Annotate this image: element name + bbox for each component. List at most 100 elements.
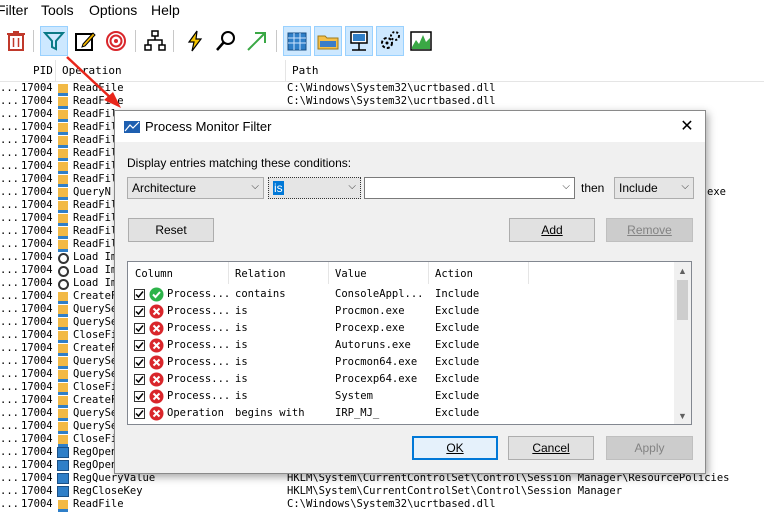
- table-row[interactable]: ... 17004 ReadFile C:\Windows\System32\ucrt…: [0, 95, 764, 109]
- filter-list-scrollbar[interactable]: ▲ ▼: [674, 262, 691, 424]
- row-dots: ...: [0, 394, 19, 406]
- filter-list[interactable]: Column Relation Value Action Process... c…: [127, 261, 692, 425]
- scroll-thumb[interactable]: [677, 280, 688, 320]
- row-pid: 17004: [21, 446, 53, 458]
- menu-help[interactable]: Help: [151, 2, 180, 18]
- filter-row[interactable]: Process... contains ConsoleAppl... Include: [128, 286, 673, 303]
- registry-icon: [57, 460, 69, 471]
- filter-checkbox[interactable]: [134, 391, 145, 402]
- row-pid: 17004: [21, 277, 53, 289]
- filter-checkbox[interactable]: [134, 340, 145, 351]
- row-dots: ...: [0, 459, 19, 471]
- filesystem-icon[interactable]: [314, 26, 342, 56]
- filter-action: Exclude: [435, 305, 480, 317]
- cancel-button[interactable]: Cancel: [508, 436, 594, 460]
- row-pid: 17004: [21, 264, 53, 276]
- delete-icon[interactable]: [2, 26, 30, 56]
- filter-relation: begins with: [235, 407, 305, 419]
- row-operation: ReadFil: [73, 238, 118, 250]
- filter-checkbox[interactable]: [134, 289, 145, 300]
- dialog-title-bar: Process Monitor Filter ✕: [115, 111, 705, 142]
- process-tree-icon[interactable]: [141, 26, 169, 56]
- column-select[interactable]: Architecture ⌵: [127, 177, 264, 199]
- ok-button[interactable]: OK: [412, 436, 498, 460]
- operation-column-header[interactable]: Operation: [62, 64, 122, 77]
- row-pid: 17004: [21, 108, 53, 120]
- row-dots: ...: [0, 238, 19, 250]
- filter-row[interactable]: Operation begins with IRP_MJ_ Exclude: [128, 405, 673, 422]
- find-icon[interactable]: [212, 26, 240, 56]
- filter-relation: is: [235, 390, 248, 402]
- value-input[interactable]: ⌵: [364, 177, 575, 199]
- jump-icon[interactable]: [181, 26, 209, 56]
- scroll-up-icon[interactable]: ▲: [674, 262, 691, 279]
- filter-value: Procexp64.exe: [335, 373, 418, 385]
- row-operation: QueryN: [73, 186, 111, 198]
- process-icon: [58, 253, 69, 264]
- action-header[interactable]: Action: [435, 268, 473, 280]
- filter-value: Procexp.exe: [335, 322, 405, 334]
- row-operation: CloseFi: [73, 381, 118, 393]
- filter-relation: contains: [235, 288, 286, 300]
- filter-checkbox[interactable]: [134, 408, 145, 419]
- filter-row[interactable]: Process... is System Exclude: [128, 388, 673, 405]
- row-operation: CloseFi: [73, 433, 118, 445]
- menu-options[interactable]: Options: [89, 2, 137, 18]
- filter-row[interactable]: Process... is Procmon64.exe Exclude: [128, 354, 673, 371]
- row-pid: 17004: [21, 121, 53, 133]
- filter-action: Exclude: [435, 407, 480, 419]
- action-select[interactable]: Include ⌵: [614, 177, 694, 199]
- table-row[interactable]: ... 17004 RegCloseKey HKLM\System\CurrentCo…: [0, 485, 764, 498]
- chevron-down-icon: ⌵: [348, 181, 356, 192]
- pid-column-header[interactable]: PID: [33, 64, 53, 77]
- filter-relation: is: [235, 373, 248, 385]
- add-button[interactable]: Add: [509, 218, 595, 242]
- filter-checkbox[interactable]: [134, 357, 145, 368]
- row-operation: ReadFil: [73, 108, 118, 120]
- path-column-header[interactable]: Path: [292, 64, 319, 77]
- remove-button[interactable]: Remove: [606, 218, 693, 242]
- jump-to-icon[interactable]: [243, 26, 271, 56]
- row-pid: 17004: [21, 329, 53, 341]
- filter-row[interactable]: Process... is Procmon.exe Exclude: [128, 303, 673, 320]
- dialog-title: Process Monitor Filter: [145, 119, 272, 134]
- table-row[interactable]: ... 17004 ReadFile C:\Windows\System32\ucrt…: [0, 498, 764, 512]
- row-dots: ...: [0, 147, 19, 159]
- filter-checkbox[interactable]: [134, 323, 145, 334]
- row-dots: ...: [0, 212, 19, 224]
- row-dots: ...: [0, 134, 19, 146]
- relation-select[interactable]: is ⌵: [268, 177, 361, 199]
- apply-button[interactable]: Apply: [606, 436, 693, 460]
- filter-row[interactable]: Process... is Autoruns.exe Exclude: [128, 337, 673, 354]
- value-header[interactable]: Value: [335, 268, 367, 280]
- close-icon[interactable]: ✕: [675, 115, 699, 137]
- row-path: exe: [707, 186, 726, 198]
- relation-header[interactable]: Relation: [235, 268, 286, 280]
- row-pid: 17004: [21, 212, 53, 224]
- highlight-icon[interactable]: [71, 26, 99, 56]
- filter-checkbox[interactable]: [134, 306, 145, 317]
- filter-row[interactable]: Process... is Procexp64.exe Exclude: [128, 371, 673, 388]
- reset-button[interactable]: Reset: [128, 218, 214, 242]
- registry-icon[interactable]: [283, 26, 311, 56]
- column-header[interactable]: Column: [135, 268, 173, 280]
- filter-icon[interactable]: [40, 26, 68, 56]
- row-pid: 17004: [21, 134, 53, 146]
- network-icon[interactable]: [345, 26, 373, 56]
- row-operation: ReadFil: [73, 212, 118, 224]
- row-operation: ReadFil: [73, 173, 118, 185]
- row-operation: Load Im: [73, 277, 118, 289]
- menu-tools[interactable]: Tools: [41, 2, 74, 18]
- exclude-x-icon: [149, 406, 164, 421]
- row-dots: ...: [0, 160, 19, 172]
- target-icon[interactable]: [102, 26, 130, 56]
- filter-row[interactable]: Process... is Procexp.exe Exclude: [128, 320, 673, 337]
- process-icon: [58, 279, 69, 290]
- registry-icon: [57, 447, 69, 458]
- scroll-down-icon[interactable]: ▼: [674, 407, 691, 424]
- table-row[interactable]: ... 17004 ReadFile C:\Windows\System32\ucrt…: [0, 82, 764, 96]
- process-activity-icon[interactable]: [376, 26, 404, 56]
- menu-filter[interactable]: Filter: [0, 2, 28, 18]
- profiling-icon[interactable]: [407, 26, 435, 56]
- filter-checkbox[interactable]: [134, 374, 145, 385]
